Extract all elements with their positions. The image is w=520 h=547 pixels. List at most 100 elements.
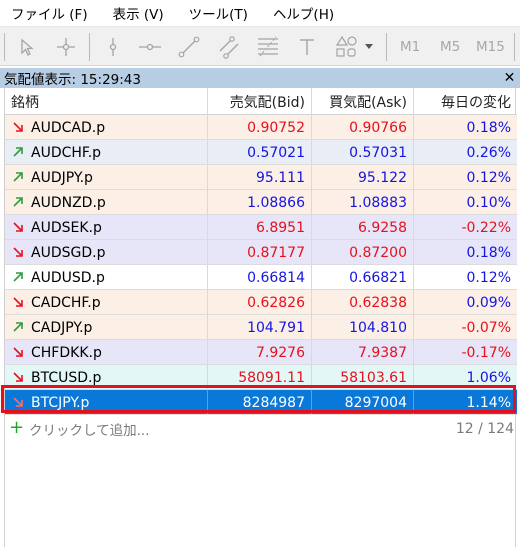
toolbar-separator — [89, 33, 90, 61]
menu-file[interactable]: ファイル (F) — [0, 3, 88, 23]
cursor-icon[interactable] — [14, 27, 40, 67]
ask-cell: 1.08883 — [349, 194, 407, 211]
bid-cell: 1.08866 — [247, 194, 305, 211]
text-icon[interactable] — [294, 27, 320, 67]
ask-cell: 0.66821 — [349, 269, 407, 286]
column-header-bid[interactable]: 売気配(Bid) — [207, 88, 311, 115]
crosshair-icon[interactable] — [52, 27, 80, 67]
ask-cell: 104.810 — [349, 319, 407, 336]
bid-cell: 58091.11 — [238, 369, 305, 386]
trend-down-arrow-icon — [13, 372, 23, 382]
ask-cell: 0.62838 — [349, 294, 407, 311]
ask-cell: 0.57031 — [349, 144, 407, 161]
table-row[interactable]: AUDJPY.p 95.111 95.122 0.12% — [5, 165, 517, 190]
trend-up-arrow-icon — [13, 147, 23, 157]
add-symbol-row[interactable]: + クリックして追加... 12 / 124 — [5, 416, 517, 441]
change-cell: -0.07% — [461, 319, 511, 336]
symbol-cell: AUDSGD.p — [31, 244, 106, 261]
vertical-line-icon[interactable] — [100, 27, 126, 67]
symbol-cell: CADCHF.p — [31, 294, 101, 311]
menu-help[interactable]: ヘルプ(H) — [262, 3, 334, 23]
trend-line-icon[interactable] — [174, 27, 204, 67]
trend-up-arrow-icon — [13, 272, 23, 282]
bid-cell: 8284987 — [242, 394, 305, 411]
change-cell: -0.22% — [461, 219, 511, 236]
trend-down-arrow-icon — [13, 122, 23, 132]
change-cell: 0.12% — [466, 169, 511, 186]
symbol-count: 12 / 124 — [455, 420, 514, 437]
ask-cell: 0.90766 — [349, 119, 407, 136]
change-cell: 0.18% — [466, 119, 511, 136]
column-header-ask[interactable]: 買気配(Ask) — [311, 88, 413, 115]
table-row[interactable]: CADJPY.p 104.791 104.810 -0.07% — [5, 315, 517, 340]
horizontal-line-icon[interactable] — [136, 27, 164, 67]
toolbar-grip — [4, 33, 5, 61]
bid-cell: 7.9276 — [256, 344, 305, 361]
channel-icon[interactable] — [214, 27, 244, 67]
bid-cell: 0.66814 — [247, 269, 305, 286]
symbol-cell: BTCUSD.p — [31, 369, 102, 386]
symbol-cell: AUDJPY.p — [31, 169, 93, 186]
table-row[interactable]: AUDSEK.p 6.8951 6.9258 -0.22% — [5, 215, 517, 240]
column-header-daily-change[interactable]: 毎日の変化 — [413, 88, 515, 115]
close-icon[interactable]: ✕ — [502, 70, 517, 86]
menu-view[interactable]: 表示 (V) — [102, 3, 164, 23]
table-row[interactable]: AUDUSD.p 0.66814 0.66821 0.12% — [5, 265, 517, 290]
table-row[interactable]: CHFDKK.p 7.9276 7.9387 -0.17% — [5, 340, 517, 365]
shapes-icon[interactable] — [330, 27, 362, 67]
dropdown-arrow-icon[interactable] — [362, 27, 376, 67]
timeframe-m5-button[interactable]: M5 — [440, 27, 460, 67]
table-row[interactable]: CADCHF.p 0.62826 0.62838 0.09% — [5, 290, 517, 315]
table-row[interactable]: AUDNZD.p 1.08866 1.08883 0.10% — [5, 190, 517, 215]
toolbar-separator-2 — [386, 33, 387, 61]
bid-cell: 0.57021 — [247, 144, 305, 161]
symbol-cell: BTCJPY.p — [31, 394, 90, 411]
trend-up-arrow-icon — [13, 197, 23, 207]
ask-cell: 58103.61 — [340, 369, 407, 386]
menu-bar: ファイル (F) 表示 (V) ツール(T) ヘルプ(H) — [0, 0, 520, 26]
ask-cell: 7.9387 — [358, 344, 407, 361]
add-symbol-label[interactable]: クリックして追加... — [29, 416, 149, 441]
plus-icon: + — [9, 417, 25, 438]
table-row[interactable]: AUDSGD.p 0.87177 0.87200 0.18% — [5, 240, 517, 265]
change-cell: 0.12% — [466, 269, 511, 286]
table-row[interactable]: AUDCHF.p 0.57021 0.57031 0.26% — [5, 140, 517, 165]
bid-cell: 104.791 — [247, 319, 305, 336]
trend-down-arrow-icon — [13, 247, 23, 257]
symbol-cell: AUDSEK.p — [31, 219, 102, 236]
ask-cell: 6.9258 — [358, 219, 407, 236]
table-header: 銘柄 売気配(Bid) 買気配(Ask) 毎日の変化 — [5, 88, 517, 115]
toolbar-separator-3 — [514, 33, 515, 61]
column-header-symbol[interactable]: 銘柄 — [11, 88, 39, 115]
bid-cell: 95.111 — [256, 169, 305, 186]
menu-tools[interactable]: ツール(T) — [178, 3, 248, 23]
symbol-cell: CHFDKK.p — [31, 344, 102, 361]
trend-down-arrow-icon — [13, 397, 23, 407]
bid-cell: 0.90752 — [247, 119, 305, 136]
timeframe-m15-button[interactable]: M15 — [476, 27, 505, 67]
ask-cell: 8297004 — [344, 394, 407, 411]
fibonacci-icon[interactable] — [253, 27, 283, 67]
symbol-cell: AUDUSD.p — [31, 269, 105, 286]
table-row[interactable]: BTCJPY.p 8284987 8297004 1.14% — [5, 390, 517, 415]
panel-title: 気配値表示: 15:29:43 — [4, 72, 141, 88]
symbol-cell: CADJPY.p — [31, 319, 93, 336]
trend-down-arrow-icon — [13, 347, 23, 357]
trend-down-arrow-icon — [13, 222, 23, 232]
market-watch-panel: 銘柄 売気配(Bid) 買気配(Ask) 毎日の変化 AUDCAD.p 0.907… — [4, 88, 517, 547]
bid-cell: 0.87177 — [247, 244, 305, 261]
toolbar: M1 M5 M15 — [0, 26, 520, 66]
trend-up-arrow-icon — [13, 172, 23, 182]
table-row[interactable]: AUDCAD.p 0.90752 0.90766 0.18% — [5, 115, 517, 140]
table-row[interactable]: BTCUSD.p 58091.11 58103.61 1.06% — [5, 365, 517, 390]
timeframe-m1-button[interactable]: M1 — [400, 27, 420, 67]
bid-cell: 0.62826 — [247, 294, 305, 311]
change-cell: -0.17% — [461, 344, 511, 361]
symbol-cell: AUDNZD.p — [31, 194, 106, 211]
bid-cell: 6.8951 — [256, 219, 305, 236]
market-watch-titlebar: 気配値表示: 15:29:43 ✕ — [0, 68, 520, 88]
symbol-cell: AUDCHF.p — [31, 144, 102, 161]
trend-down-arrow-icon — [13, 297, 23, 307]
change-cell: 1.14% — [466, 394, 511, 411]
change-cell: 0.18% — [466, 244, 511, 261]
